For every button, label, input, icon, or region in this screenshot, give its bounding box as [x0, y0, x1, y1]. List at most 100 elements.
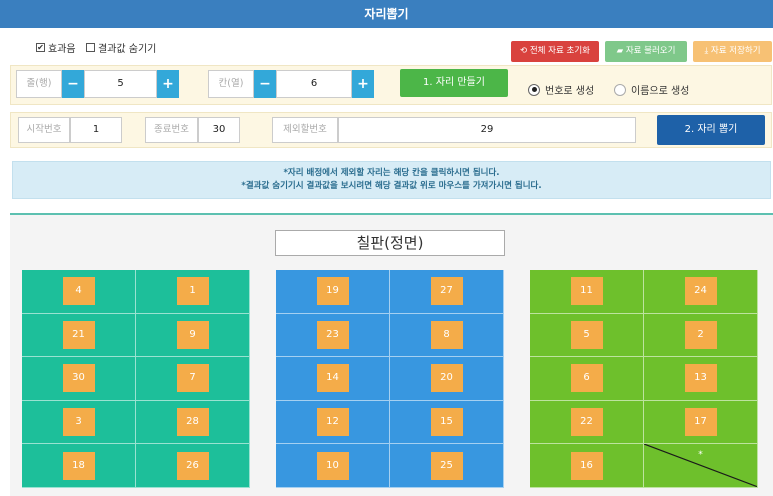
- seat-number: 15: [430, 408, 463, 437]
- seat-number: 11: [570, 277, 603, 306]
- seat-number: 17: [684, 408, 717, 437]
- sound-label: 효과음: [48, 44, 76, 55]
- seat-number: 18: [62, 451, 95, 480]
- seat-cell[interactable]: 12: [276, 400, 390, 445]
- seat-cell[interactable]: 6: [530, 357, 644, 401]
- seat-number: 27: [430, 277, 463, 306]
- seat-cell[interactable]: 14: [276, 357, 390, 401]
- end-number-label: 종료번호: [145, 117, 198, 143]
- seat-cell[interactable]: 11: [530, 270, 644, 314]
- cols-decrease-button[interactable]: −: [254, 70, 276, 98]
- save-data-button[interactable]: ⤓ 자료 저장하기: [693, 41, 772, 62]
- seat-cell[interactable]: *: [644, 444, 758, 488]
- sound-option[interactable]: ✔ 효과음: [36, 40, 76, 55]
- rows-input[interactable]: 5: [84, 70, 157, 98]
- excluded-mark: *: [698, 450, 703, 461]
- seat-cell[interactable]: 30: [22, 357, 136, 401]
- seat-cell[interactable]: 24: [644, 270, 758, 314]
- seat-cell[interactable]: 15: [390, 400, 504, 445]
- seat-group-2: 19 27 23 8 14 20 12 15 10 25: [276, 270, 504, 488]
- gen-by-number-radio[interactable]: 번호로 생성: [528, 82, 594, 97]
- gen-by-name-radio[interactable]: 이름으로 생성: [614, 82, 689, 97]
- rows-increase-button[interactable]: +: [157, 70, 179, 98]
- seat-cell[interactable]: 9: [136, 313, 250, 358]
- seat-number: 25: [430, 451, 463, 480]
- hide-result-checkbox[interactable]: [86, 43, 95, 52]
- seat-cell[interactable]: 18: [22, 444, 136, 488]
- seat-number: 30: [62, 364, 95, 393]
- start-number-label: 시작번호: [18, 117, 70, 143]
- seat-cell[interactable]: 23: [276, 313, 390, 358]
- radio-selected-icon: [528, 83, 540, 96]
- seat-number: 26: [176, 451, 209, 480]
- seat-cell[interactable]: 1: [136, 270, 250, 314]
- seat-number: 10: [316, 451, 349, 480]
- seat-number: 19: [316, 277, 349, 306]
- rows-decrease-button[interactable]: −: [62, 70, 84, 98]
- seat-number: 9: [176, 320, 209, 349]
- exclude-number-input[interactable]: 29: [338, 117, 636, 143]
- load-data-button[interactable]: ▰ 자료 불러오기: [605, 41, 687, 62]
- rows-label: 줄(행): [16, 70, 62, 98]
- seat-number: 3: [62, 408, 95, 437]
- seat-number: 5: [570, 320, 603, 349]
- cols-increase-button[interactable]: +: [352, 70, 374, 98]
- seat-cell[interactable]: 13: [644, 357, 758, 401]
- seat-number: 8: [430, 320, 463, 349]
- seat-cell[interactable]: 27: [390, 270, 504, 314]
- seat-cell[interactable]: 22: [530, 400, 644, 445]
- pick-seats-button[interactable]: 2. 자리 뽑기: [657, 115, 765, 145]
- make-seats-button[interactable]: 1. 자리 만들기: [400, 69, 508, 97]
- seat-cell[interactable]: 26: [136, 444, 250, 488]
- download-icon: ⤓: [704, 46, 709, 56]
- app-title: 자리뽑기: [0, 0, 773, 28]
- seat-number: 16: [570, 451, 603, 480]
- notice-box: *자리 배정에서 제외할 자리는 해당 칸을 클릭하시면 됩니다. *결과값 숨…: [12, 161, 771, 199]
- seat-number: 1: [176, 277, 209, 306]
- seat-cell[interactable]: 2: [644, 313, 758, 358]
- exclude-number-label: 제외할번호: [272, 117, 338, 143]
- hide-result-option[interactable]: 결과값 숨기기: [86, 40, 156, 55]
- seat-cell[interactable]: 16: [530, 444, 644, 488]
- seat-cell[interactable]: 20: [390, 357, 504, 401]
- notice-line-2: *결과값 숨기기시 결과값을 보시려면 해당 결과값 위로 마우스를 가져가시면…: [241, 181, 542, 191]
- radio-unselected-icon: [614, 83, 626, 96]
- seat-cell[interactable]: 5: [530, 313, 644, 358]
- refresh-icon: ⟲: [520, 46, 528, 56]
- seat-number: 14: [316, 364, 349, 393]
- seat-cell[interactable]: 21: [22, 313, 136, 358]
- cols-input[interactable]: 6: [276, 70, 352, 98]
- sound-checkbox[interactable]: ✔: [36, 43, 45, 52]
- notice-line-1: *자리 배정에서 제외할 자리는 해당 칸을 클릭하시면 됩니다.: [283, 168, 500, 178]
- start-number-input[interactable]: 1: [70, 117, 122, 143]
- seat-cell[interactable]: 8: [390, 313, 504, 358]
- seat-number: 7: [176, 364, 209, 393]
- seat-cell[interactable]: 7: [136, 357, 250, 401]
- seat-number: 22: [570, 408, 603, 437]
- seat-group-3: 11 24 5 2 6 13 22 17 16 *: [530, 270, 758, 488]
- seat-cell[interactable]: 19: [276, 270, 390, 314]
- seat-number: 24: [684, 277, 717, 306]
- seat-number: 28: [176, 408, 209, 437]
- end-number-input[interactable]: 30: [198, 117, 240, 143]
- seat-number: 13: [684, 364, 717, 393]
- reset-all-button[interactable]: ⟲ 전체 자료 초기화: [511, 41, 599, 62]
- seat-number: 12: [316, 408, 349, 437]
- seat-number: 4: [62, 277, 95, 306]
- hide-result-label: 결과값 숨기기: [98, 44, 157, 55]
- blackboard-label: 칠판(정면): [275, 230, 505, 256]
- seat-number: 23: [316, 320, 349, 349]
- folder-icon: ▰: [616, 46, 624, 56]
- seat-cell[interactable]: 17: [644, 400, 758, 445]
- cols-label: 칸(열): [208, 70, 254, 98]
- seat-number: 6: [570, 364, 603, 393]
- seat-cell[interactable]: 28: [136, 400, 250, 445]
- seat-cell[interactable]: 10: [276, 444, 390, 488]
- seat-cell[interactable]: 25: [390, 444, 504, 488]
- seat-number: 2: [684, 320, 717, 349]
- seat-cell[interactable]: 4: [22, 270, 136, 314]
- seat-group-1: 4 1 21 9 30 7 3 28 18 26: [22, 270, 250, 488]
- seat-number: 20: [430, 364, 463, 393]
- seat-cell[interactable]: 3: [22, 400, 136, 445]
- seat-number: 21: [62, 320, 95, 349]
